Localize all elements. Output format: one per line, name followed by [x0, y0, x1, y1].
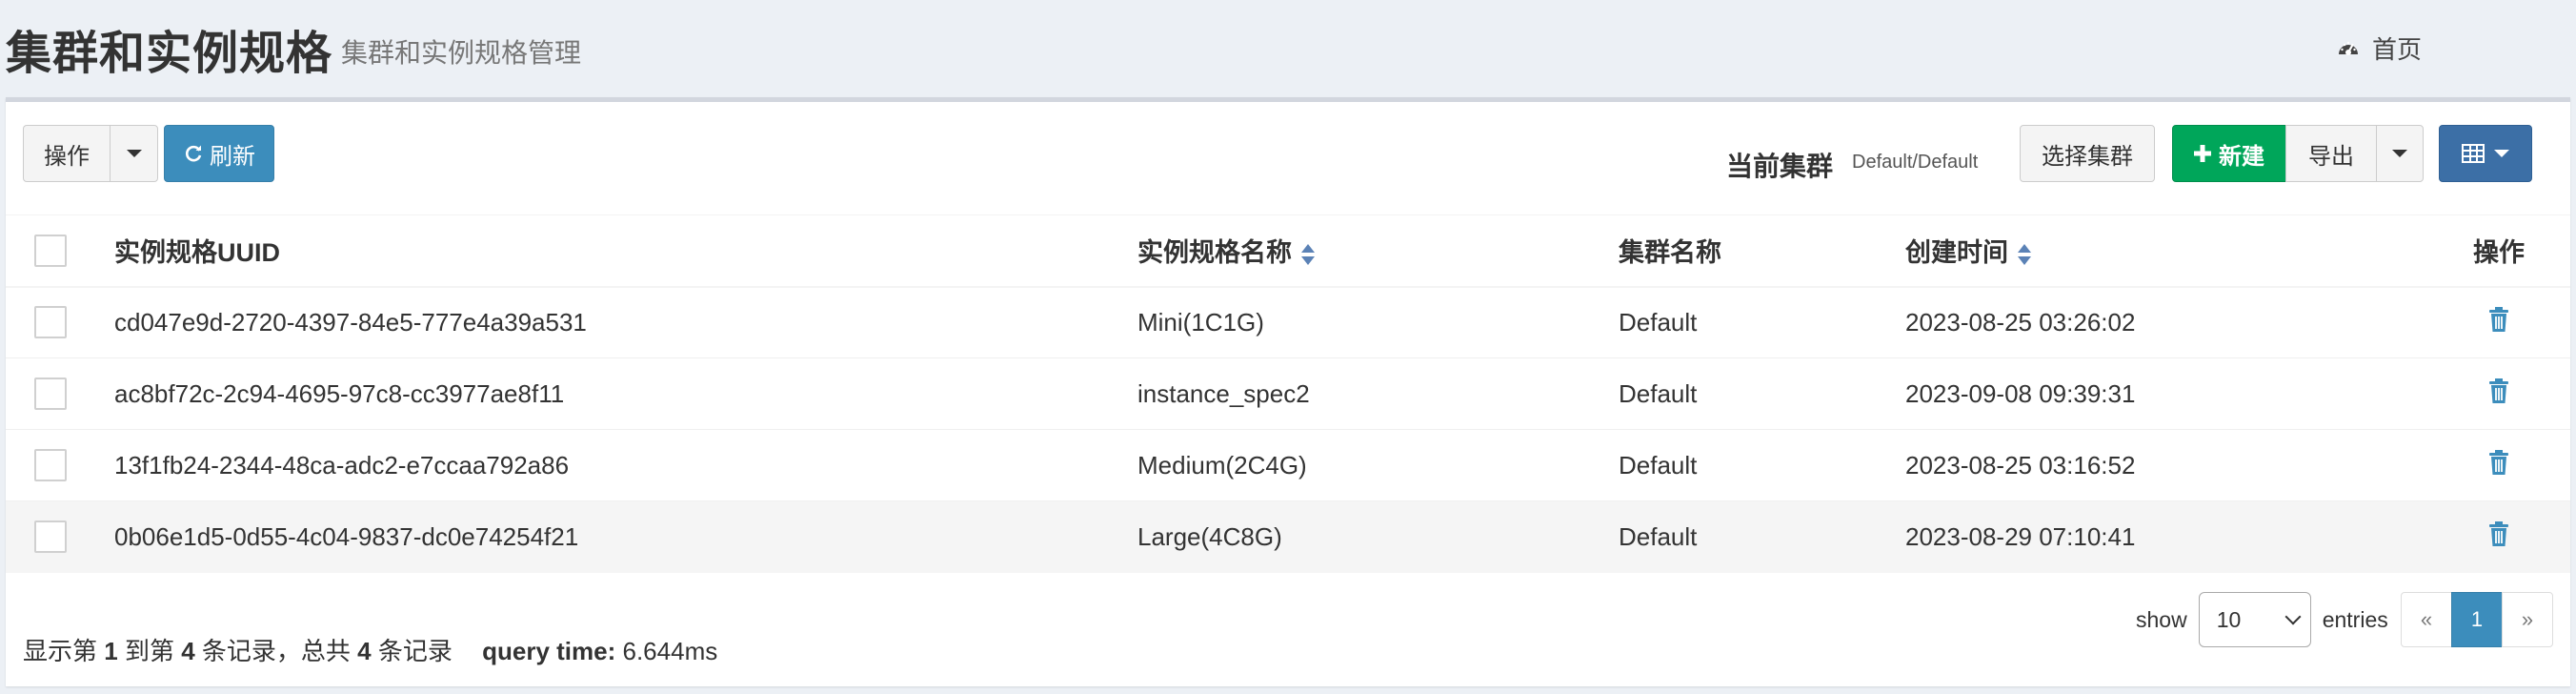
- cell-created: 2023-08-25 03:26:02: [1905, 286, 2433, 358]
- pagination-next[interactable]: »: [2502, 592, 2553, 647]
- select-cluster-button[interactable]: 选择集群: [2020, 125, 2155, 182]
- table-icon: [2462, 144, 2485, 163]
- new-button[interactable]: 新建: [2172, 125, 2286, 182]
- table-row: cd047e9d-2720-4397-84e5-777e4a39a531 Min…: [6, 286, 2570, 358]
- columns-toggle-button[interactable]: [2439, 125, 2532, 182]
- sort-icon[interactable]: [2018, 242, 2031, 267]
- column-header-uuid: 实例规格UUID: [114, 214, 1137, 288]
- home-label: 首页: [2371, 35, 2422, 64]
- export-button[interactable]: 导出: [2285, 125, 2377, 182]
- refresh-icon: [185, 145, 202, 162]
- trash-icon[interactable]: [2487, 520, 2510, 554]
- plus-icon: [2194, 145, 2211, 162]
- column-header-name[interactable]: 实例规格名称: [1137, 214, 1619, 288]
- refresh-label: 刷新: [210, 143, 255, 170]
- row-checkbox[interactable]: [34, 449, 67, 481]
- column-header-created[interactable]: 创建时间: [1905, 214, 2433, 288]
- trash-icon[interactable]: [2487, 449, 2510, 482]
- page-title: 集群和实例规格: [6, 29, 333, 79]
- table-info: 显示第 1 到第 4 条记录，总共 4 条记录 query time: 6.64…: [23, 637, 718, 665]
- caret-down-icon: [2392, 150, 2407, 157]
- chevron-down-icon: [2284, 608, 2302, 625]
- operations-button[interactable]: 操作: [23, 125, 111, 182]
- cell-cluster: Default: [1619, 286, 1905, 358]
- refresh-button[interactable]: 刷新: [164, 125, 274, 182]
- instance-spec-table: 实例规格UUID 实例规格名称 集群名称 创建时间 操作 cd047e9d-27…: [6, 214, 2570, 573]
- operations-dropdown-toggle[interactable]: [110, 125, 158, 182]
- show-label: show: [2136, 606, 2187, 632]
- page-header: 集群和实例规格 集群和实例规格管理 首页: [0, 0, 2576, 95]
- cell-cluster: Default: [1619, 357, 1905, 430]
- toolbar: 操作 刷新 当前集群 Default/Default 选择集群 新建 导出: [6, 102, 2570, 214]
- row-checkbox[interactable]: [34, 306, 67, 339]
- trash-icon[interactable]: [2487, 378, 2510, 411]
- column-header-actions: 操作: [2433, 214, 2570, 288]
- table-row: 13f1fb24-2344-48ca-adc2-e7ccaa792a86 Med…: [6, 429, 2570, 501]
- table-row: ac8bf72c-2c94-4695-97c8-cc3977ae8f11 ins…: [6, 357, 2570, 430]
- column-header-cluster: 集群名称: [1619, 214, 1905, 288]
- cell-uuid: ac8bf72c-2c94-4695-97c8-cc3977ae8f11: [114, 357, 1137, 430]
- current-cluster-value: Default/Default: [1852, 152, 1979, 173]
- cell-created: 2023-08-25 03:16:52: [1905, 429, 2433, 501]
- content-box: 操作 刷新 当前集群 Default/Default 选择集群 新建 导出 实例…: [6, 97, 2570, 686]
- cell-cluster: Default: [1619, 500, 1905, 573]
- cell-cluster: Default: [1619, 429, 1905, 501]
- page-length-control: show 10 entries: [2136, 592, 2388, 647]
- query-time: query time: 6.644ms: [482, 637, 718, 665]
- pagination-prev[interactable]: «: [2401, 592, 2452, 647]
- cell-name: Large(4C8G): [1137, 500, 1619, 573]
- page-subtitle: 集群和实例规格管理: [341, 38, 582, 68]
- export-dropdown-toggle[interactable]: [2376, 125, 2424, 182]
- cell-uuid: 13f1fb24-2344-48ca-adc2-e7ccaa792a86: [114, 429, 1137, 501]
- cell-name: Medium(2C4G): [1137, 429, 1619, 501]
- cell-created: 2023-08-29 07:10:41: [1905, 500, 2433, 573]
- cell-name: instance_spec2: [1137, 357, 1619, 430]
- caret-down-icon: [2494, 150, 2509, 157]
- table-header-row: 实例规格UUID 实例规格名称 集群名称 创建时间 操作: [6, 214, 2570, 288]
- pagination-page-1[interactable]: 1: [2451, 592, 2503, 647]
- pagination: « 1 »: [2401, 592, 2553, 647]
- table-row: 0b06e1d5-0d55-4c04-9837-dc0e74254f21 Lar…: [6, 500, 2570, 573]
- entries-select[interactable]: 10: [2198, 592, 2311, 647]
- new-label: 新建: [2219, 143, 2264, 170]
- cell-created: 2023-09-08 09:39:31: [1905, 357, 2433, 430]
- select-all-checkbox[interactable]: [34, 234, 67, 267]
- current-cluster-label: 当前集群: [1726, 152, 1834, 181]
- dashboard-icon: [2338, 41, 2358, 55]
- trash-icon[interactable]: [2487, 306, 2510, 339]
- caret-down-icon: [126, 150, 142, 157]
- home-link[interactable]: 首页: [2336, 31, 2422, 66]
- cell-uuid: cd047e9d-2720-4397-84e5-777e4a39a531: [114, 286, 1137, 358]
- row-checkbox[interactable]: [34, 378, 67, 410]
- sort-icon[interactable]: [1301, 242, 1315, 267]
- entries-label: entries: [2322, 606, 2388, 632]
- row-checkbox[interactable]: [34, 520, 67, 554]
- cell-uuid: 0b06e1d5-0d55-4c04-9837-dc0e74254f21: [114, 500, 1137, 573]
- cell-name: Mini(1C1G): [1137, 286, 1619, 358]
